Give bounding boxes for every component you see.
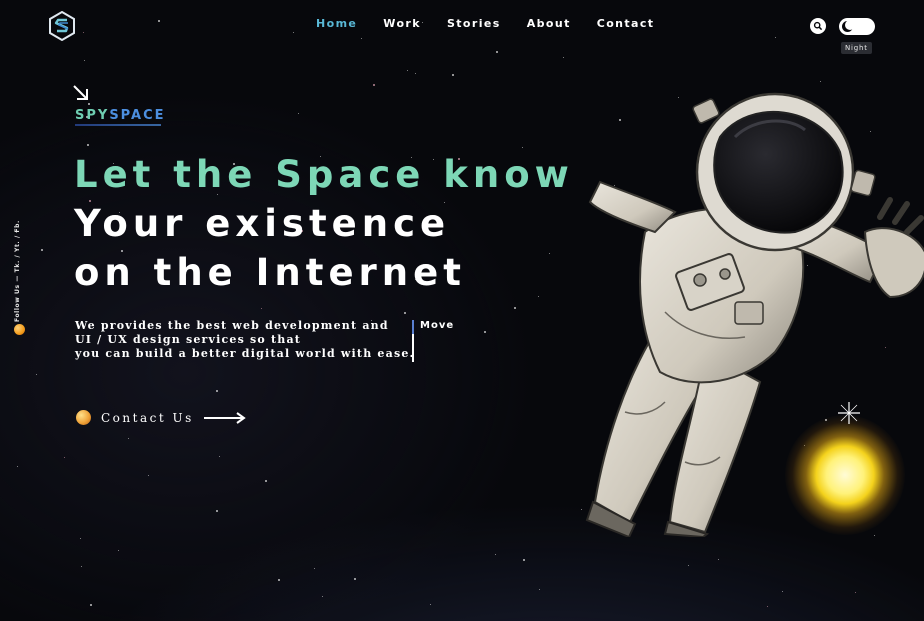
brand-logo: SPYSPACE bbox=[75, 108, 166, 123]
nav-work[interactable]: Work bbox=[383, 17, 421, 30]
hero-headline: Let the Space know Your existence on the… bbox=[74, 150, 574, 297]
theme-toggle[interactable] bbox=[839, 18, 875, 35]
star bbox=[216, 510, 218, 512]
nav-home[interactable]: Home bbox=[316, 17, 357, 30]
description-line: We provides the best web development and bbox=[75, 319, 389, 332]
hero-description: We provides the best web development and… bbox=[75, 319, 415, 361]
star bbox=[158, 20, 160, 22]
contact-us-button[interactable]: Contact Us bbox=[76, 410, 246, 425]
description-line: UI / UX design services so that bbox=[75, 333, 302, 346]
star bbox=[41, 249, 43, 251]
star bbox=[219, 456, 220, 457]
star bbox=[298, 113, 299, 114]
star bbox=[322, 596, 323, 597]
star bbox=[81, 566, 82, 567]
move-indicator bbox=[412, 320, 414, 362]
star bbox=[514, 307, 516, 309]
nav-stories[interactable]: Stories bbox=[447, 17, 501, 30]
star bbox=[90, 604, 92, 606]
hero-line-3: on the Internet bbox=[74, 251, 466, 294]
brand-spy: SPY bbox=[75, 108, 110, 123]
star bbox=[361, 38, 362, 39]
star bbox=[452, 74, 454, 76]
star bbox=[563, 57, 564, 58]
star bbox=[64, 457, 65, 458]
star bbox=[522, 147, 523, 148]
star bbox=[767, 606, 768, 607]
star bbox=[88, 103, 90, 105]
star bbox=[581, 509, 582, 510]
theme-tooltip: Night bbox=[841, 42, 872, 54]
star bbox=[855, 592, 856, 593]
star bbox=[775, 37, 776, 38]
planet-icon bbox=[76, 410, 91, 425]
search-button[interactable] bbox=[810, 18, 826, 34]
star bbox=[87, 144, 89, 146]
star bbox=[484, 331, 486, 333]
star bbox=[404, 312, 406, 314]
star bbox=[718, 559, 719, 560]
star bbox=[373, 84, 375, 86]
star bbox=[36, 374, 37, 375]
star bbox=[415, 73, 416, 74]
nav-contact[interactable]: Contact bbox=[597, 17, 655, 30]
star bbox=[430, 604, 431, 605]
star bbox=[539, 589, 540, 590]
search-icon bbox=[813, 21, 823, 31]
planet-icon bbox=[14, 324, 25, 335]
social-rail: Follow Us — Tk. / Yt. / Fb. bbox=[10, 220, 28, 344]
star bbox=[495, 554, 496, 555]
star bbox=[688, 565, 689, 566]
brand-underline bbox=[75, 124, 161, 126]
follow-us-links[interactable]: Follow Us — Tk. / Yt. / Fb. bbox=[14, 202, 21, 322]
star bbox=[148, 475, 149, 476]
star bbox=[84, 60, 85, 61]
move-label[interactable]: Move bbox=[420, 320, 454, 331]
arrow-right-icon bbox=[203, 411, 246, 424]
contact-us-label: Contact Us bbox=[101, 410, 194, 425]
star bbox=[354, 578, 356, 580]
astronaut-illustration bbox=[585, 92, 924, 537]
star bbox=[523, 559, 525, 561]
star bbox=[293, 32, 294, 33]
star bbox=[407, 70, 408, 71]
star bbox=[314, 568, 315, 569]
star bbox=[782, 591, 783, 592]
star bbox=[261, 308, 262, 309]
main-nav: Home Work Stories About Contact bbox=[316, 17, 680, 30]
star bbox=[118, 550, 119, 551]
nav-about[interactable]: About bbox=[527, 17, 571, 30]
logo-icon[interactable] bbox=[48, 11, 76, 41]
moon-icon bbox=[842, 20, 855, 32]
star bbox=[265, 480, 267, 482]
star bbox=[128, 438, 129, 439]
hero-line-2: Your existence bbox=[74, 202, 451, 245]
star bbox=[496, 51, 498, 53]
star bbox=[80, 538, 81, 539]
hero-line-1: Let the Space know bbox=[74, 153, 574, 196]
star bbox=[83, 32, 84, 33]
star bbox=[17, 466, 18, 467]
star bbox=[216, 390, 218, 392]
star bbox=[278, 579, 280, 581]
arrow-down-right-icon bbox=[73, 85, 88, 100]
description-line: you can build a better digital world wit… bbox=[75, 347, 415, 360]
brand-space: SPACE bbox=[109, 108, 166, 123]
